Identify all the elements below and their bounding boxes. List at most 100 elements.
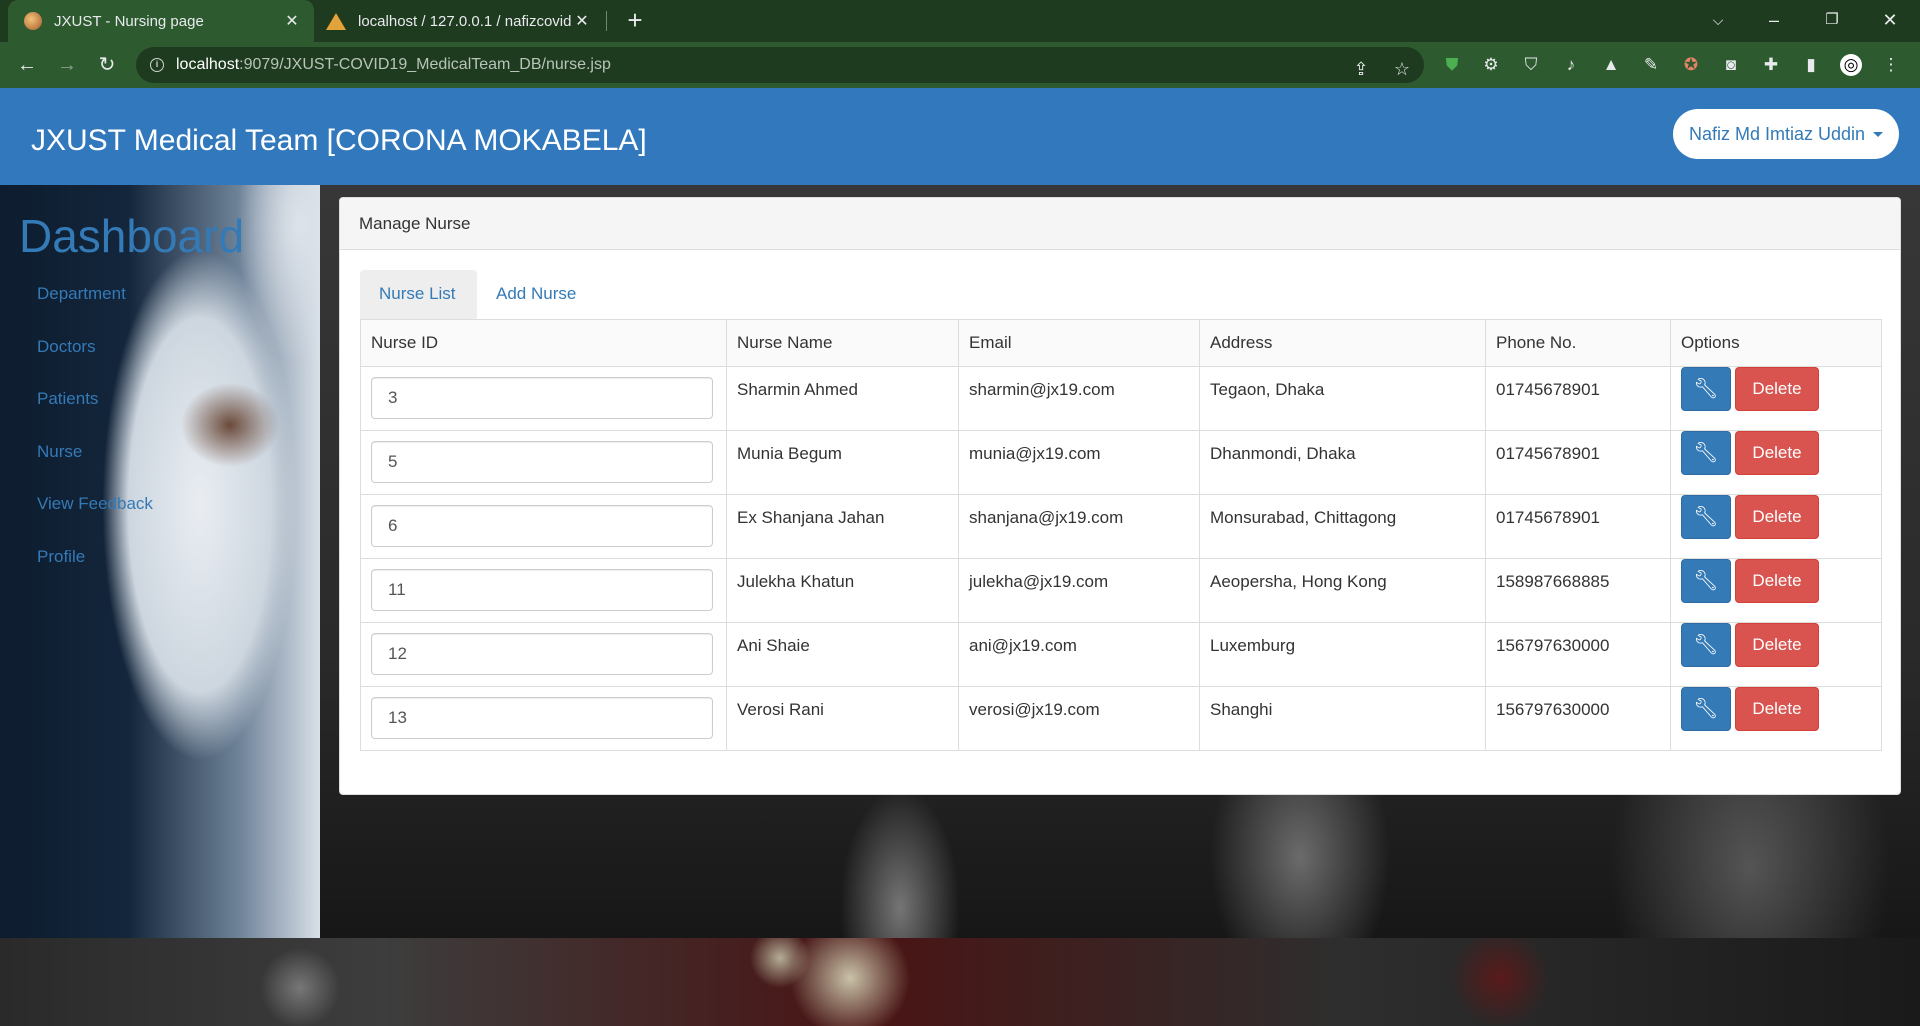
background-virus-image <box>0 938 1920 1026</box>
edit-button[interactable]: 🔧︎ <box>1681 431 1731 475</box>
delete-button[interactable]: Delete <box>1735 687 1819 731</box>
edit-button[interactable]: 🔧︎ <box>1681 623 1731 667</box>
cookie-icon[interactable]: ✪ <box>1680 54 1702 76</box>
options-cell: 🔧︎ Delete <box>1670 622 1882 687</box>
edit-button[interactable]: 🔧︎ <box>1681 687 1731 731</box>
nurse-id-input[interactable] <box>371 569 713 611</box>
nurse-phone: 01745678901 <box>1485 494 1671 559</box>
sidebar-item-patients[interactable]: Patients <box>37 389 98 409</box>
manage-nurse-panel: Manage Nurse Nurse List Add Nurse Nurse … <box>339 197 1901 795</box>
more-menu-icon[interactable]: ⋮ <box>1880 54 1902 76</box>
table-row: Munia Begum munia@jx19.com Dhanmondi, Dh… <box>360 430 1882 495</box>
nurse-id-cell <box>360 430 727 495</box>
table-row: Verosi Rani verosi@jx19.com Shanghi 1567… <box>360 686 1882 751</box>
sidebar-item-view-feedback[interactable]: View Feedback <box>37 494 153 514</box>
web-page: JXUST Medical Team [CORONA MOKABELA] Naf… <box>0 88 1920 1026</box>
extension-cart-icon[interactable]: ⚙ <box>1480 54 1502 76</box>
site-info-icon[interactable]: i <box>150 58 164 72</box>
favicon-icon <box>24 12 42 30</box>
pen-icon[interactable]: ✎ <box>1640 54 1662 76</box>
user-name: Nafiz Md Imtiaz Uddin <box>1688 123 1866 144</box>
edit-button[interactable]: 🔧︎ <box>1681 367 1731 411</box>
column-header: Nurse ID <box>360 319 727 367</box>
nurse-id-input[interactable] <box>371 505 713 547</box>
wrench-icon: 🔧︎ <box>1693 506 1719 528</box>
close-icon[interactable]: ✕ <box>282 11 302 31</box>
nurse-id-input[interactable] <box>371 377 713 419</box>
tab-nurse-list[interactable]: Nurse List <box>360 270 477 320</box>
tab-search-chevron-icon[interactable]: ⌵ <box>1690 0 1746 42</box>
panel-tabs: Nurse List Add Nurse <box>360 270 1882 320</box>
nurse-phone: 01745678901 <box>1485 366 1671 431</box>
nurse-name: Sharmin Ahmed <box>726 366 959 431</box>
camera-icon[interactable]: ◙ <box>1720 54 1742 76</box>
wrench-icon: 🔧︎ <box>1693 378 1719 400</box>
minimize-icon[interactable]: – <box>1746 0 1802 42</box>
tab-separator <box>606 11 607 31</box>
delete-button[interactable]: Delete <box>1735 559 1819 603</box>
column-header: Nurse Name <box>726 319 959 367</box>
adblock-shield-icon[interactable]: ⛊ <box>1441 54 1463 76</box>
url-host: localhost <box>176 56 240 73</box>
browser-tab-nursing[interactable]: JXUST - Nursing page ✕ <box>8 0 314 42</box>
sidebar-item-profile[interactable]: Profile <box>37 547 85 567</box>
table-row: Sharmin Ahmed sharmin@jx19.com Tegaon, D… <box>360 366 1882 431</box>
forward-arrow-icon[interactable]: → <box>52 50 82 80</box>
drive-icon[interactable]: ▲ <box>1600 54 1622 76</box>
sidebar-item-doctors[interactable]: Doctors <box>37 337 96 357</box>
phpmyadmin-favicon-icon <box>326 12 346 30</box>
column-header: Phone No. <box>1485 319 1671 367</box>
brand-title[interactable]: JXUST Medical Team [CORONA MOKABELA] <box>31 124 647 158</box>
restore-icon[interactable]: ❐ <box>1804 0 1860 42</box>
nurse-id-cell <box>360 494 727 559</box>
column-header: Email <box>958 319 1200 367</box>
tab-add-nurse[interactable]: Add Nurse <box>477 270 595 320</box>
wrench-icon: 🔧︎ <box>1693 698 1719 720</box>
nurse-id-input[interactable] <box>371 697 713 739</box>
nurse-id-input[interactable] <box>371 441 713 483</box>
bookmark-star-icon[interactable]: ☆ <box>1391 58 1413 80</box>
panel-heading: Manage Nurse <box>340 198 1900 250</box>
options-cell: 🔧︎ Delete <box>1670 558 1882 623</box>
side-panel-icon[interactable]: ▮ <box>1800 54 1822 76</box>
table-row: Ex Shanjana Jahan shanjana@jx19.com Mons… <box>360 494 1882 559</box>
nurse-id-cell <box>360 366 727 431</box>
delete-button[interactable]: Delete <box>1735 623 1819 667</box>
window-close-icon[interactable]: ✕ <box>1862 0 1918 42</box>
volume-icon[interactable]: ♪ <box>1560 54 1582 76</box>
edit-button[interactable]: 🔧︎ <box>1681 559 1731 603</box>
sidebar-item-department[interactable]: Department <box>37 284 126 304</box>
column-header: Options <box>1670 319 1882 367</box>
nurse-address: Tegaon, Dhaka <box>1199 366 1486 431</box>
browser-toolbar: ← → ↻ i localhost:9079/JXUST-COVID19_Med… <box>0 42 1920 88</box>
nurse-id-input[interactable] <box>371 633 713 675</box>
nurse-id-cell <box>360 686 727 751</box>
close-icon[interactable]: ✕ <box>572 11 592 31</box>
nurse-address: Dhanmondi, Dhaka <box>1199 430 1486 495</box>
reload-icon[interactable]: ↻ <box>92 50 122 80</box>
nurse-phone: 156797630000 <box>1485 622 1671 687</box>
delete-button[interactable]: Delete <box>1735 367 1819 411</box>
options-cell: 🔧︎ Delete <box>1670 494 1882 559</box>
browser-tab-phpmyadmin[interactable]: localhost / 127.0.0.1 / nafizcovid1 ✕ <box>318 0 604 42</box>
nurse-table: Nurse ID Nurse Name Email Address Phone … <box>360 319 1882 751</box>
edit-button[interactable]: 🔧︎ <box>1681 495 1731 539</box>
nurse-name: Verosi Rani <box>726 686 959 751</box>
delete-button[interactable]: Delete <box>1735 495 1819 539</box>
nurse-address: Luxemburg <box>1199 622 1486 687</box>
sidebar-item-nurse[interactable]: Nurse <box>37 442 82 462</box>
profile-avatar-icon[interactable]: ◎ <box>1840 54 1862 76</box>
table-row: Julekha Khatun julekha@jx19.com Aeopersh… <box>360 558 1882 623</box>
nurse-phone: 158987668885 <box>1485 558 1671 623</box>
share-icon[interactable]: ⇪ <box>1350 58 1372 80</box>
extensions-puzzle-icon[interactable]: ✚ <box>1760 54 1782 76</box>
wrench-icon: 🔧︎ <box>1693 634 1719 656</box>
url-path: :9079/JXUST-COVID19_MedicalTeam_DB/nurse… <box>239 56 611 73</box>
nurse-phone: 156797630000 <box>1485 686 1671 751</box>
new-tab-plus-icon[interactable]: + <box>620 6 650 36</box>
address-bar[interactable]: i localhost:9079/JXUST-COVID19_MedicalTe… <box>136 47 1424 83</box>
privacy-shield-icon[interactable]: ⛉ <box>1520 54 1542 76</box>
back-arrow-icon[interactable]: ← <box>12 50 42 80</box>
delete-button[interactable]: Delete <box>1735 431 1819 475</box>
user-dropdown-button[interactable]: Nafiz Md Imtiaz Uddin <box>1673 109 1899 159</box>
